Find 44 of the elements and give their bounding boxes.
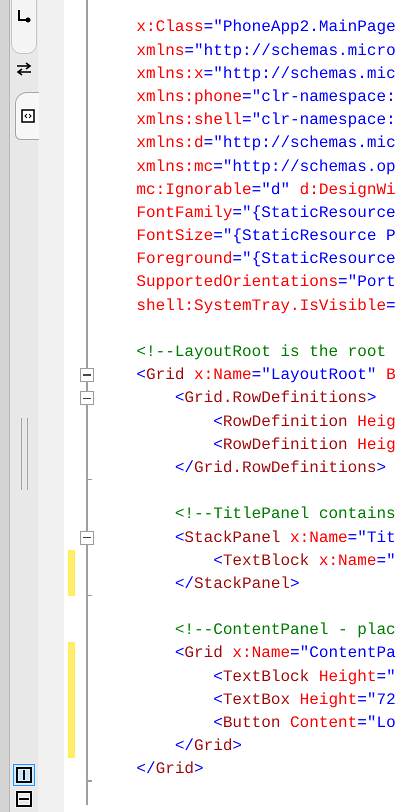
code-line: xmlns:shell="clr-namespace: [135,110,396,132]
vertical-split-icon [16,767,32,783]
code-line: <StackPanel x:Name="Tit [174,528,396,549]
code-line: xmlns:x="http://schemas.mic [135,64,396,85]
code-line: xmlns:d="http://schemas.mic [135,133,396,154]
code-line: <Button Content="Lo [212,713,396,734]
code-line: SupportedOrientations="Port [135,272,396,294]
code-line: <!--LayoutRoot is the root [135,342,386,364]
code-line: </Grid> [174,736,242,758]
corner-arrow-icon [17,10,31,24]
pane-tab[interactable] [11,0,37,54]
code-line: <RowDefinition Heig [212,434,396,456]
code-line: FontFamily="{StaticResource [135,202,396,224]
code-line: <!--ContentPanel - plac [174,620,396,642]
code-line: xmlns:mc="http://schemas.op [135,156,396,178]
code-line: </Grid.RowDefinitions> [174,458,386,479]
swap-button[interactable] [14,60,34,78]
code-line: FontSize="{StaticResource P [135,226,396,248]
horizontal-split-icon [16,791,32,807]
collapse-toggle[interactable] [80,391,94,406]
code-line: mc:Ignorable="d" d:DesignWi [135,180,396,201]
code-line: <RowDefinition Heig [212,412,396,433]
collapse-toggle[interactable] [80,368,94,382]
code-line: <TextBlock Height=" [212,666,396,688]
swap-arrows-icon [16,62,32,76]
code-line: <TextBox Height="72 [212,690,396,711]
code-line: <TextBlock x:Name=" [212,550,396,572]
code-line: x:Class="PhoneApp2.MainPage [135,17,396,38]
code-line: xmlns:phone="clr-namespace: [135,86,396,108]
code-line: </StackPanel> [174,574,300,595]
code-line: <Grid x:Name="LayoutRoot" B [135,365,396,386]
code-line: shell:SystemTray.IsVisible= [135,296,396,317]
code-line: <!--TitlePanel contains [174,504,396,526]
splitter-grip[interactable] [20,418,28,490]
collapse-toggle[interactable] [80,530,94,545]
code-line: <Grid x:Name="ContentPa [174,643,396,664]
code-icon [20,109,34,123]
pane-tab[interactable] [15,92,39,140]
code-line: <Grid.RowDefinitions> [174,388,376,410]
split-view-button[interactable] [13,764,35,786]
code-line: Foreground="{StaticResource [135,249,396,270]
code-line: </Grid> [135,759,204,780]
code-line: xmlns="http://schemas.micro [135,40,396,62]
split-view-button[interactable] [13,788,35,810]
